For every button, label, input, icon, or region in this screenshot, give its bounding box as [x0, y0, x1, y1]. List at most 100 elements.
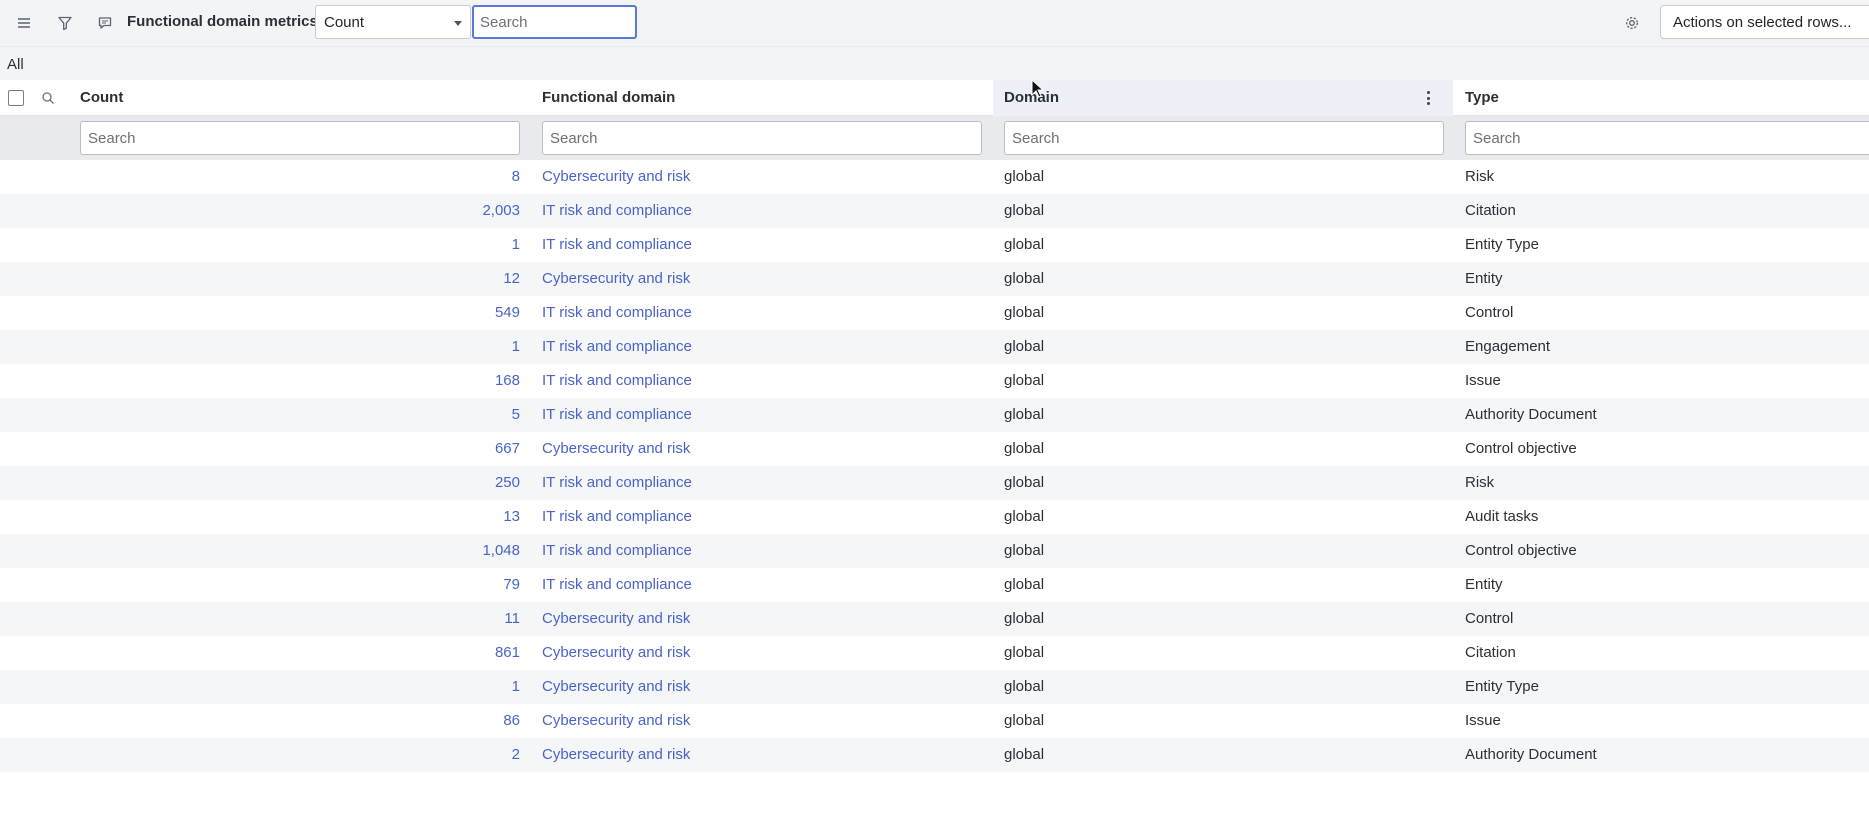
functional-domain-link[interactable]: Cybersecurity and risk: [542, 636, 690, 670]
count-cell[interactable]: 11: [80, 602, 520, 636]
functional-domain-link[interactable]: IT risk and compliance: [542, 568, 692, 602]
table-row[interactable]: 1 IT risk and compliance global Engagement: [0, 330, 1869, 364]
field-select[interactable]: Count: [315, 5, 471, 39]
functional-domain-link[interactable]: Cybersecurity and risk: [542, 738, 690, 772]
functional-domain-link[interactable]: Cybersecurity and risk: [542, 432, 690, 466]
gear-icon[interactable]: [1620, 11, 1644, 35]
functional-domain-link[interactable]: IT risk and compliance: [542, 330, 692, 364]
table-row[interactable]: 11 Cybersecurity and risk global Control: [0, 602, 1869, 636]
table-row[interactable]: 861 Cybersecurity and risk global Citation: [0, 636, 1869, 670]
type-cell: Control: [1465, 610, 1514, 627]
functional-domain-link[interactable]: Cybersecurity and risk: [542, 160, 690, 194]
column-header-functional-domain[interactable]: Functional domain: [542, 80, 675, 116]
functional-domain-link[interactable]: IT risk and compliance: [542, 500, 692, 534]
domain-cell: global: [1004, 270, 1045, 287]
domain-cell: global: [1004, 610, 1045, 627]
table-row[interactable]: 1 Cybersecurity and risk global Entity Type: [0, 670, 1869, 704]
count-cell[interactable]: 86: [80, 704, 520, 738]
field-select-value: Count: [324, 13, 365, 31]
type-cell: Issue: [1465, 712, 1501, 729]
type-cell: Risk: [1465, 168, 1495, 185]
domain-cell: global: [1004, 168, 1045, 185]
type-cell: Control objective: [1465, 440, 1577, 457]
count-cell[interactable]: 13: [80, 500, 520, 534]
column-header-count[interactable]: Count: [80, 80, 123, 116]
functional-domain-link[interactable]: Cybersecurity and risk: [542, 602, 690, 636]
breadcrumb-all[interactable]: All: [7, 56, 24, 73]
count-cell[interactable]: 549: [80, 296, 520, 330]
table-row[interactable]: 667 Cybersecurity and risk global Control o…: [0, 432, 1869, 466]
list-toolbar: Functional domain metrics Count Actions …: [0, 0, 1869, 46]
count-cell[interactable]: 1: [80, 228, 520, 262]
domain-cell: global: [1004, 474, 1045, 491]
count-cell[interactable]: 168: [80, 364, 520, 398]
table-row[interactable]: 168 IT risk and compliance global Issue: [0, 364, 1869, 398]
type-cell: Entity: [1465, 270, 1503, 287]
domain-cell: global: [1004, 508, 1045, 525]
count-cell[interactable]: 8: [80, 160, 520, 194]
count-cell[interactable]: 667: [80, 432, 520, 466]
table-row[interactable]: 2,003 IT risk and compliance global Citatio…: [0, 194, 1869, 228]
functional-domain-link[interactable]: Cybersecurity and risk: [542, 670, 690, 704]
functional-domain-link[interactable]: IT risk and compliance: [542, 228, 692, 262]
count-cell[interactable]: 5: [80, 398, 520, 432]
count-cell[interactable]: 79: [80, 568, 520, 602]
table-row[interactable]: 250 IT risk and compliance global Risk: [0, 466, 1869, 500]
search-icon[interactable]: [40, 90, 56, 106]
comment-icon[interactable]: [93, 11, 117, 35]
count-cell[interactable]: 1: [80, 330, 520, 364]
count-cell[interactable]: 250: [80, 466, 520, 500]
list-search-input[interactable]: [472, 5, 637, 39]
table-row[interactable]: 86 Cybersecurity and risk global Issue: [0, 704, 1869, 738]
type-filter-input[interactable]: [1465, 121, 1869, 155]
functional-domain-link[interactable]: IT risk and compliance: [542, 194, 692, 228]
domain-cell: global: [1004, 304, 1045, 321]
functional-domain-link[interactable]: IT risk and compliance: [542, 398, 692, 432]
table-row[interactable]: 1,048 IT risk and compliance global Control…: [0, 534, 1869, 568]
functional-domain-link[interactable]: Cybersecurity and risk: [542, 704, 690, 738]
functional-domain-filter-input[interactable]: [542, 121, 982, 155]
actions-on-selected-rows-button[interactable]: Actions on selected rows...: [1660, 5, 1869, 39]
column-header-type[interactable]: Type: [1465, 80, 1499, 116]
type-cell: Control: [1465, 304, 1514, 321]
domain-cell: global: [1004, 372, 1045, 389]
table-row[interactable]: 12 Cybersecurity and risk global Entity: [0, 262, 1869, 296]
column-options-icon[interactable]: [1422, 89, 1434, 107]
domain-cell: global: [1004, 678, 1045, 695]
count-cell[interactable]: 2,003: [80, 194, 520, 228]
count-cell[interactable]: 2: [80, 738, 520, 772]
functional-domain-link[interactable]: IT risk and compliance: [542, 296, 692, 330]
functional-domain-link[interactable]: IT risk and compliance: [542, 466, 692, 500]
select-all-checkbox[interactable]: [8, 90, 24, 106]
domain-filter-input[interactable]: [1004, 121, 1444, 155]
functional-domain-link[interactable]: IT risk and compliance: [542, 364, 692, 398]
domain-cell: global: [1004, 236, 1045, 253]
list-title: Functional domain metrics: [127, 13, 318, 30]
type-cell: Entity Type: [1465, 678, 1539, 695]
hamburger-menu-icon[interactable]: [12, 11, 36, 35]
count-cell[interactable]: 1: [80, 670, 520, 704]
type-cell: Risk: [1465, 474, 1495, 491]
functional-domain-link[interactable]: Cybersecurity and risk: [542, 262, 690, 296]
count-cell[interactable]: 1,048: [80, 534, 520, 568]
type-cell: Authority Document: [1465, 746, 1597, 763]
table-row[interactable]: 2 Cybersecurity and risk global Authority D…: [0, 738, 1869, 772]
table-row[interactable]: 5 IT risk and compliance global Authority D…: [0, 398, 1869, 432]
breadcrumb-bar: All: [0, 46, 1869, 80]
type-cell: Control objective: [1465, 542, 1577, 559]
table-row[interactable]: 79 IT risk and compliance global Entity: [0, 568, 1869, 602]
count-cell[interactable]: 861: [80, 636, 520, 670]
count-cell[interactable]: 12: [80, 262, 520, 296]
filter-icon[interactable]: [53, 11, 77, 35]
table-row[interactable]: 549 IT risk and compliance global Control: [0, 296, 1869, 330]
table-row[interactable]: 8 Cybersecurity and risk global Risk: [0, 160, 1869, 194]
column-header-domain[interactable]: Domain: [1004, 80, 1059, 116]
count-filter-input[interactable]: [80, 121, 520, 155]
domain-cell: global: [1004, 644, 1045, 661]
domain-cell: global: [1004, 712, 1045, 729]
type-cell: Engagement: [1465, 338, 1551, 355]
table-row[interactable]: 13 IT risk and compliance global Audit task…: [0, 500, 1869, 534]
type-cell: Citation: [1465, 644, 1516, 661]
functional-domain-link[interactable]: IT risk and compliance: [542, 534, 692, 568]
table-row[interactable]: 1 IT risk and compliance global Entity Type: [0, 228, 1869, 262]
